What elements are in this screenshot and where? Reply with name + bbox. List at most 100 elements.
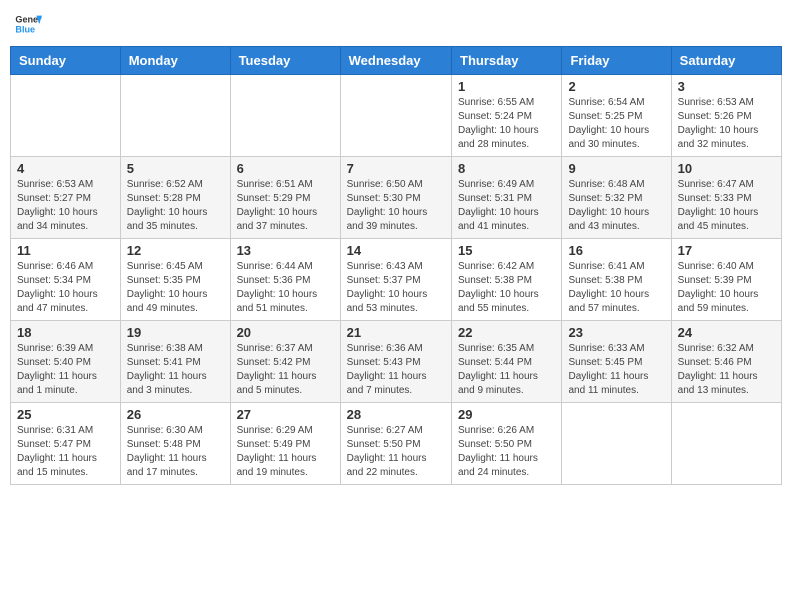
day-number: 7	[347, 161, 445, 176]
calendar-cell: 25Sunrise: 6:31 AM Sunset: 5:47 PM Dayli…	[11, 403, 121, 485]
calendar-cell: 10 Sunrise: 6:47 AM Sunset: 5:33 PM Dayli…	[671, 157, 781, 239]
day-info: Sunrise: 6:39 AM Sunset: 5:40 PM Dayligh…	[17, 342, 114, 398]
day-info: Sunrise: 6:36 AM Sunset: 5:43 PM Dayligh…	[347, 342, 445, 398]
day-number: 2	[568, 79, 664, 94]
day-info: Sunrise: 6:37 AM Sunset: 5:42 PM Dayligh…	[237, 342, 334, 398]
calendar-cell: 13 Sunrise: 6:44 AM Sunset: 5:36 PM Dayli…	[230, 239, 340, 321]
calendar-cell: 3 Sunrise: 6:53 AM Sunset: 5:26 PM Daylig…	[671, 75, 781, 157]
calendar-cell	[562, 403, 671, 485]
calendar-cell: 2 Sunrise: 6:54 AM Sunset: 5:25 PM Daylig…	[562, 75, 671, 157]
calendar-cell: 23Sunrise: 6:33 AM Sunset: 5:45 PM Dayli…	[562, 321, 671, 403]
calendar-cell: 21 Sunrise: 6:36 AM Sunset: 5:43 PM Dayli…	[340, 321, 451, 403]
day-info: Sunrise: 6:45 AM Sunset: 5:35 PM Dayligh…	[127, 260, 224, 316]
day-info: Sunrise: 6:53 AM Sunset: 5:26 PM Dayligh…	[678, 96, 775, 152]
day-number: 4	[17, 161, 114, 176]
day-info: Sunrise: 6:35 AM Sunset: 5:44 PM Dayligh…	[458, 342, 555, 398]
day-number: 24	[678, 325, 775, 340]
calendar-cell: 16Sunrise: 6:41 AM Sunset: 5:38 PM Dayli…	[562, 239, 671, 321]
day-number: 5	[127, 161, 224, 176]
day-info: Sunrise: 6:43 AM Sunset: 5:37 PM Dayligh…	[347, 260, 445, 316]
day-number: 20	[237, 325, 334, 340]
logo: General Blue	[14, 10, 42, 38]
day-info: Sunrise: 6:44 AM Sunset: 5:36 PM Dayligh…	[237, 260, 334, 316]
day-info: Sunrise: 6:32 AM Sunset: 5:46 PM Dayligh…	[678, 342, 775, 398]
day-info: Sunrise: 6:41 AM Sunset: 5:38 PM Dayligh…	[568, 260, 664, 316]
day-number: 21	[347, 325, 445, 340]
calendar-cell: 1 Sunrise: 6:55 AM Sunset: 5:24 PM Daylig…	[452, 75, 562, 157]
calendar-cell: 8Sunrise: 6:49 AM Sunset: 5:31 PM Daylig…	[452, 157, 562, 239]
calendar-cell: 22 Sunrise: 6:35 AM Sunset: 5:44 PM Dayli…	[452, 321, 562, 403]
weekday-header-monday: Monday	[120, 47, 230, 75]
page-header: General Blue	[10, 10, 782, 38]
calendar-cell: 7Sunrise: 6:50 AM Sunset: 5:30 PM Daylig…	[340, 157, 451, 239]
day-number: 17	[678, 243, 775, 258]
calendar-week-2: 11 Sunrise: 6:46 AM Sunset: 5:34 PM Dayli…	[11, 239, 782, 321]
calendar-cell: 14 Sunrise: 6:43 AM Sunset: 5:37 PM Dayli…	[340, 239, 451, 321]
day-number: 25	[17, 407, 114, 422]
weekday-header-wednesday: Wednesday	[340, 47, 451, 75]
weekday-header-row: SundayMondayTuesdayWednesdayThursdayFrid…	[11, 47, 782, 75]
day-number: 13	[237, 243, 334, 258]
day-number: 29	[458, 407, 555, 422]
calendar-cell	[230, 75, 340, 157]
day-number: 18	[17, 325, 114, 340]
day-info: Sunrise: 6:47 AM Sunset: 5:33 PM Dayligh…	[678, 178, 775, 234]
day-info: Sunrise: 6:38 AM Sunset: 5:41 PM Dayligh…	[127, 342, 224, 398]
calendar-cell: 20 Sunrise: 6:37 AM Sunset: 5:42 PM Dayli…	[230, 321, 340, 403]
day-number: 26	[127, 407, 224, 422]
calendar-cell: 15 Sunrise: 6:42 AM Sunset: 5:38 PM Dayli…	[452, 239, 562, 321]
logo-icon: General Blue	[14, 10, 42, 38]
calendar-cell	[340, 75, 451, 157]
day-info: Sunrise: 6:52 AM Sunset: 5:28 PM Dayligh…	[127, 178, 224, 234]
weekday-header-saturday: Saturday	[671, 47, 781, 75]
weekday-header-friday: Friday	[562, 47, 671, 75]
calendar-cell: 28 Sunrise: 6:27 AM Sunset: 5:50 PM Dayli…	[340, 403, 451, 485]
day-info: Sunrise: 6:40 AM Sunset: 5:39 PM Dayligh…	[678, 260, 775, 316]
day-number: 19	[127, 325, 224, 340]
calendar-cell: 19 Sunrise: 6:38 AM Sunset: 5:41 PM Dayli…	[120, 321, 230, 403]
weekday-header-sunday: Sunday	[11, 47, 121, 75]
calendar-cell: 12 Sunrise: 6:45 AM Sunset: 5:35 PM Dayli…	[120, 239, 230, 321]
day-info: Sunrise: 6:30 AM Sunset: 5:48 PM Dayligh…	[127, 424, 224, 480]
calendar-cell	[671, 403, 781, 485]
day-number: 28	[347, 407, 445, 422]
calendar-cell	[11, 75, 121, 157]
day-info: Sunrise: 6:53 AM Sunset: 5:27 PM Dayligh…	[17, 178, 114, 234]
day-number: 15	[458, 243, 555, 258]
weekday-header-thursday: Thursday	[452, 47, 562, 75]
day-info: Sunrise: 6:55 AM Sunset: 5:24 PM Dayligh…	[458, 96, 555, 152]
day-number: 27	[237, 407, 334, 422]
day-info: Sunrise: 6:42 AM Sunset: 5:38 PM Dayligh…	[458, 260, 555, 316]
day-number: 1	[458, 79, 555, 94]
day-info: Sunrise: 6:29 AM Sunset: 5:49 PM Dayligh…	[237, 424, 334, 480]
day-info: Sunrise: 6:26 AM Sunset: 5:50 PM Dayligh…	[458, 424, 555, 480]
calendar-cell: 4 Sunrise: 6:53 AM Sunset: 5:27 PM Daylig…	[11, 157, 121, 239]
calendar-cell: 9Sunrise: 6:48 AM Sunset: 5:32 PM Daylig…	[562, 157, 671, 239]
calendar-cell: 17 Sunrise: 6:40 AM Sunset: 5:39 PM Dayli…	[671, 239, 781, 321]
calendar-week-0: 1 Sunrise: 6:55 AM Sunset: 5:24 PM Daylig…	[11, 75, 782, 157]
day-number: 10	[678, 161, 775, 176]
day-info: Sunrise: 6:33 AM Sunset: 5:45 PM Dayligh…	[568, 342, 664, 398]
day-number: 12	[127, 243, 224, 258]
day-number: 22	[458, 325, 555, 340]
day-info: Sunrise: 6:54 AM Sunset: 5:25 PM Dayligh…	[568, 96, 664, 152]
calendar-cell: 11 Sunrise: 6:46 AM Sunset: 5:34 PM Dayli…	[11, 239, 121, 321]
calendar-cell: 24 Sunrise: 6:32 AM Sunset: 5:46 PM Dayli…	[671, 321, 781, 403]
calendar-cell: 6Sunrise: 6:51 AM Sunset: 5:29 PM Daylig…	[230, 157, 340, 239]
day-info: Sunrise: 6:49 AM Sunset: 5:31 PM Dayligh…	[458, 178, 555, 234]
day-number: 3	[678, 79, 775, 94]
calendar-cell: 29 Sunrise: 6:26 AM Sunset: 5:50 PM Dayli…	[452, 403, 562, 485]
calendar-cell: 5 Sunrise: 6:52 AM Sunset: 5:28 PM Daylig…	[120, 157, 230, 239]
day-info: Sunrise: 6:46 AM Sunset: 5:34 PM Dayligh…	[17, 260, 114, 316]
calendar-week-3: 18 Sunrise: 6:39 AM Sunset: 5:40 PM Dayli…	[11, 321, 782, 403]
calendar-week-4: 25Sunrise: 6:31 AM Sunset: 5:47 PM Dayli…	[11, 403, 782, 485]
calendar-cell: 26 Sunrise: 6:30 AM Sunset: 5:48 PM Dayli…	[120, 403, 230, 485]
calendar-cell: 27 Sunrise: 6:29 AM Sunset: 5:49 PM Dayli…	[230, 403, 340, 485]
day-number: 14	[347, 243, 445, 258]
svg-text:Blue: Blue	[15, 24, 35, 34]
day-number: 11	[17, 243, 114, 258]
calendar-week-1: 4 Sunrise: 6:53 AM Sunset: 5:27 PM Daylig…	[11, 157, 782, 239]
calendar-table: SundayMondayTuesdayWednesdayThursdayFrid…	[10, 46, 782, 485]
day-info: Sunrise: 6:27 AM Sunset: 5:50 PM Dayligh…	[347, 424, 445, 480]
calendar-cell: 18 Sunrise: 6:39 AM Sunset: 5:40 PM Dayli…	[11, 321, 121, 403]
